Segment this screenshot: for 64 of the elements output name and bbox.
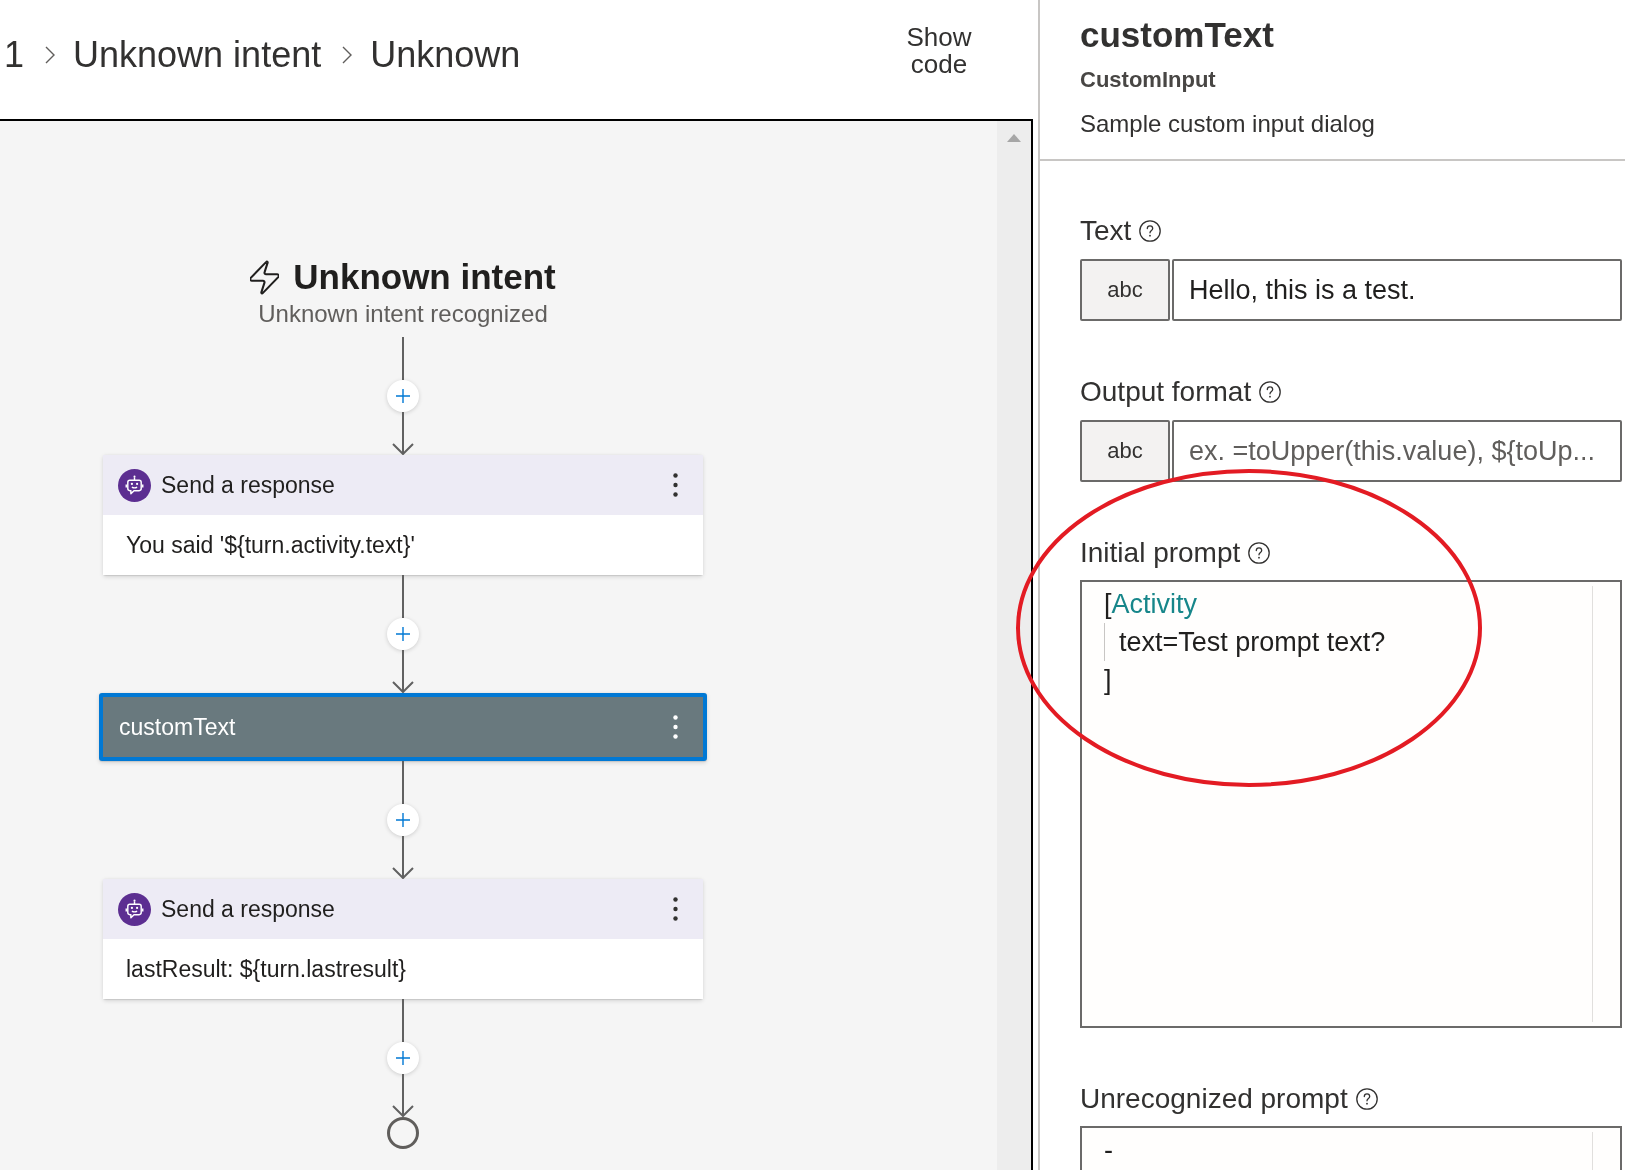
code-line: -: [1104, 1134, 1113, 1167]
connector-line: [402, 999, 404, 1042]
more-options-button[interactable]: [673, 897, 678, 921]
action-node[interactable]: customText: [99, 693, 707, 761]
panel-title: customText: [1080, 14, 1274, 56]
more-vertical-icon: [673, 897, 678, 921]
connector-arrow: [392, 836, 414, 879]
trigger-subtitle: Unknown intent recognized: [258, 300, 548, 328]
add-step-button[interactable]: [387, 804, 419, 836]
connector-arrow: [392, 1074, 414, 1117]
add-step-button[interactable]: [387, 618, 419, 650]
text-input[interactable]: Hello, this is a test.: [1172, 259, 1622, 321]
help-icon[interactable]: [1355, 1088, 1378, 1110]
scroll-up-icon[interactable]: [1007, 134, 1021, 142]
code-line: text=Test prompt text?: [1119, 626, 1386, 659]
add-step-button[interactable]: [387, 380, 419, 412]
response-node[interactable]: Send a response lastResult: ${turn.lastresult}: [103, 879, 703, 999]
response-node[interactable]: Send a response You said '${turn.activity.text}': [103, 455, 703, 575]
field-label: Output format: [1080, 375, 1252, 409]
scrollbar[interactable]: [997, 121, 1031, 1170]
node-title: Send a response: [161, 471, 335, 499]
breadcrumb-link[interactable]: Unknown: [370, 33, 521, 77]
help-icon[interactable]: [1139, 220, 1162, 242]
node-title: customText: [119, 713, 236, 741]
chevron-right-icon: [342, 46, 353, 64]
field-label: Initial prompt: [1080, 536, 1241, 570]
code-editor[interactable]: -: [1080, 1126, 1622, 1170]
bot-icon: [118, 468, 151, 502]
more-options-button[interactable]: [673, 473, 678, 497]
connector-line: [402, 575, 404, 618]
end-circle-icon: [387, 1117, 419, 1149]
panel-description: Sample custom input dialog: [1080, 110, 1375, 138]
field-label: Text: [1080, 214, 1132, 248]
connector-line: [402, 761, 404, 804]
more-vertical-icon: [673, 473, 678, 497]
connector-arrow: [392, 412, 414, 455]
chevron-right-icon: [45, 46, 56, 64]
code-line: ]: [1104, 664, 1112, 697]
type-button[interactable]: abc: [1080, 420, 1170, 482]
breadcrumb-link[interactable]: 1: [4, 33, 25, 77]
help-icon[interactable]: [1248, 542, 1271, 564]
text-input[interactable]: ex. =toUpper(this.value), ${toUp...: [1172, 420, 1622, 482]
plus-icon: [396, 389, 410, 403]
code-line: [Activity: [1104, 588, 1198, 621]
plus-icon: [396, 627, 410, 641]
bot-icon: [118, 892, 151, 926]
add-step-button[interactable]: [387, 1042, 419, 1074]
type-button[interactable]: abc: [1080, 259, 1170, 321]
connector-arrow: [392, 650, 414, 693]
trigger-title: Unknown intent: [293, 257, 556, 297]
lightning-icon: [250, 259, 280, 295]
code-editor[interactable]: [Activity text=Test prompt text? ]: [1080, 580, 1622, 1028]
panel-type-label: CustomInput: [1080, 66, 1216, 94]
more-vertical-icon: [673, 715, 678, 739]
node-title: Send a response: [161, 895, 335, 923]
plus-icon: [396, 813, 410, 827]
show-code-button[interactable]: Show code: [898, 24, 980, 78]
node-text: You said '${turn.activity.text}': [126, 531, 415, 559]
help-icon[interactable]: [1259, 381, 1282, 403]
breadcrumb-link[interactable]: Unknown intent: [73, 33, 322, 77]
field-label: Unrecognized prompt: [1080, 1082, 1348, 1116]
connector-line: [402, 337, 404, 380]
plus-icon: [396, 1051, 410, 1065]
node-text: lastResult: ${turn.lastresult}: [126, 955, 406, 983]
